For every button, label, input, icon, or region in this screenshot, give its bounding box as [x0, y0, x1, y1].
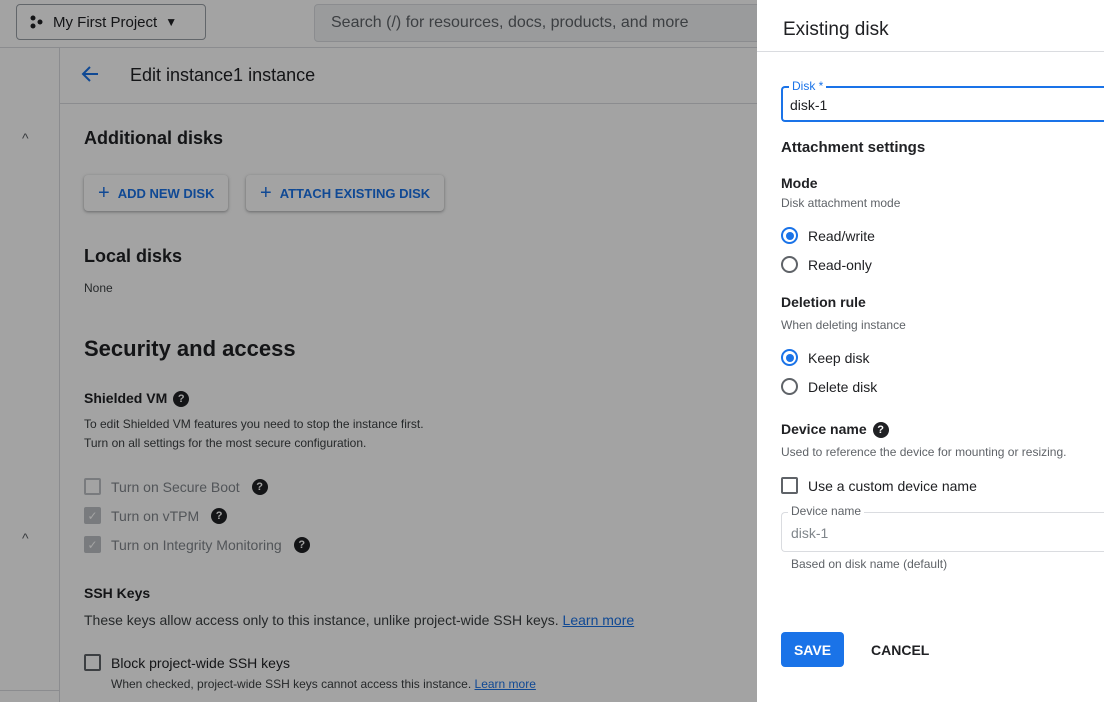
read-write-label: Read/write — [808, 227, 875, 244]
mode-title: Mode — [781, 175, 818, 191]
cancel-button[interactable]: CANCEL — [865, 632, 935, 667]
mode-read-write-option[interactable]: Read/write — [781, 227, 875, 244]
mode-subtitle: Disk attachment mode — [781, 196, 901, 210]
existing-disk-panel: Existing disk Disk * disk-1 Attachment s… — [757, 0, 1104, 702]
delete-disk-option[interactable]: Delete disk — [781, 378, 877, 395]
device-name-hint: Based on disk name (default) — [791, 557, 948, 571]
read-write-radio[interactable] — [781, 227, 798, 244]
device-name-subtitle: Used to reference the device for mountin… — [781, 445, 1067, 459]
keep-disk-option[interactable]: Keep disk — [781, 349, 869, 366]
panel-title: Existing disk — [783, 19, 889, 40]
disk-select-field[interactable]: Disk * disk-1 — [781, 79, 1104, 122]
keep-disk-radio[interactable] — [781, 349, 798, 366]
save-button[interactable]: SAVE — [781, 632, 844, 667]
device-name-field: Device name disk-1 — [781, 504, 1104, 552]
device-name-field-value: disk-1 — [791, 525, 829, 541]
deletion-rule-title: Deletion rule — [781, 294, 866, 310]
delete-disk-radio[interactable] — [781, 378, 798, 395]
custom-device-name-label: Use a custom device name — [808, 477, 977, 494]
disk-field-label: Disk * — [789, 79, 827, 93]
read-only-label: Read-only — [808, 256, 872, 273]
deletion-rule-subtitle: When deleting instance — [781, 318, 906, 332]
device-name-title: Device name? — [781, 421, 889, 439]
attachment-settings-title: Attachment settings — [781, 139, 926, 156]
read-only-radio[interactable] — [781, 256, 798, 273]
disk-field-value: disk-1 — [790, 97, 828, 113]
panel-header: Existing disk — [757, 0, 1104, 52]
device-name-field-label: Device name — [788, 504, 865, 518]
help-icon[interactable]: ? — [872, 422, 889, 439]
delete-disk-label: Delete disk — [808, 378, 878, 395]
custom-device-name-row[interactable]: Use a custom device name — [781, 477, 977, 494]
mode-read-only-option[interactable]: Read-only — [781, 256, 872, 273]
custom-device-name-checkbox[interactable] — [781, 477, 798, 494]
keep-disk-label: Keep disk — [808, 349, 870, 366]
modal-scrim[interactable] — [0, 0, 757, 702]
device-name-title-label: Device name — [781, 421, 867, 437]
